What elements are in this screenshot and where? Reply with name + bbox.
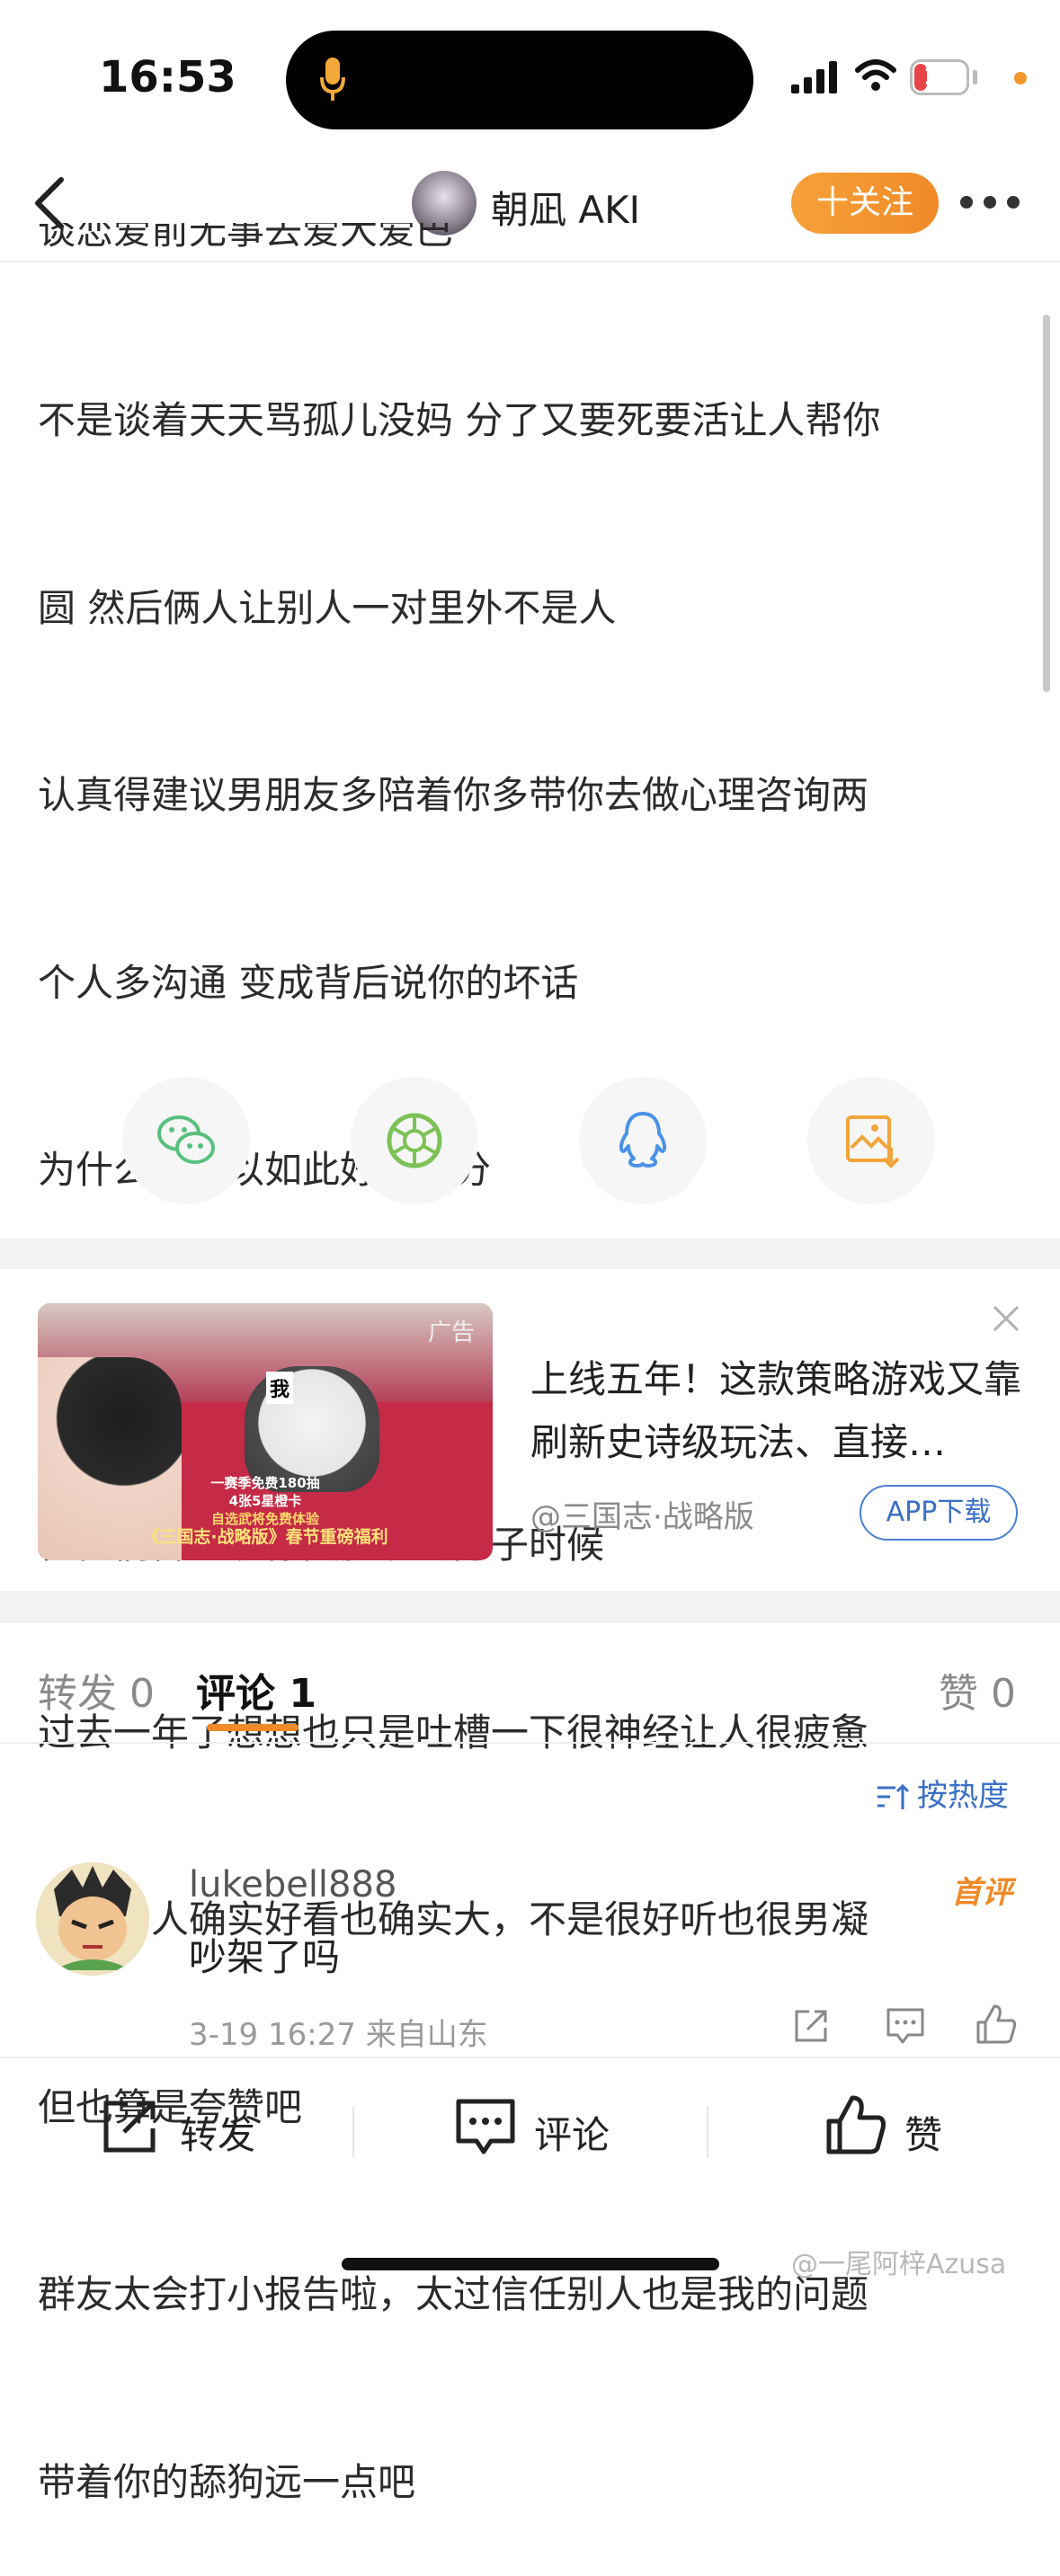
like-label[interactable]: 赞 [904,2105,942,2160]
commenter-name[interactable]: lukebell888 [189,1864,396,1905]
share-moments-button[interactable] [351,1077,478,1204]
wechat-icon [157,1115,215,1164]
moments-icon [387,1113,442,1168]
comment-button[interactable] [453,2094,518,2163]
thumbs-up-icon [826,2095,886,2154]
post-line: 不是谈着天天骂孤儿没妈 分了又要死要活让人帮你 [38,398,881,442]
back-arrow-icon[interactable] [29,176,74,230]
comment-like-icon[interactable] [975,2003,1018,2046]
dynamic-island [286,31,753,129]
ad-title[interactable]: 上线五年！这款策略游戏又靠刷新史诗级玩法、直接… [530,1348,1034,1474]
comment-label[interactable]: 评论 [534,2105,610,2160]
tab-like[interactable]: 赞 0 [939,1661,1016,1719]
repost-button[interactable] [99,2094,164,2163]
post-line: 过去一年了想想也只是吐槽一下很神经让人很疲惫 [38,1710,869,1754]
follow-button[interactable]: 十关注 [791,173,939,234]
battery-level: 10 [922,64,957,91]
comment-meta: 3-19 16:27 来自山东 [189,2017,488,2053]
comment-icon [456,2099,515,2154]
status-time: 16:53 [99,52,236,102]
sort-icon [877,1783,910,1809]
microphone-icon [320,58,345,101]
qq-icon [619,1112,667,1168]
wifi-icon [855,59,896,91]
save-image-button[interactable] [807,1077,935,1204]
post-line: 罢了，人确实好看也确实大，不是很好听也很男凝 [38,1897,869,1941]
first-comment-badge: 首评 [951,1875,1012,1911]
privacy-dot-icon [1014,72,1027,84]
battery-indicator: 10 [910,59,969,95]
close-icon[interactable] [991,1303,1021,1334]
author-name[interactable]: 朝凪 AKI [491,180,640,235]
comment-reply-icon[interactable] [885,2006,926,2046]
cellular-signal-icon [791,61,837,93]
home-indicator[interactable] [342,2258,719,2270]
ad-image[interactable]: 我 广告 一赛季免费180抽 4张5星橙卡 自选武将免费体验 《三国志·战略版》… [38,1303,493,1560]
ad-source: @三国志·战略版 [530,1499,754,1535]
repost-icon [103,2101,156,2153]
share-wechat-button[interactable] [122,1077,250,1204]
active-tab-indicator [207,1724,298,1731]
post-line: 圆 然后俩人让别人一对里外不是人 [38,585,617,630]
post-line: 个人多沟通 变成背后说你的坏话 [38,960,579,1005]
like-button[interactable] [824,2092,888,2161]
repost-label[interactable]: 转发 [180,2105,255,2160]
post-line: 带着你的舔狗远一点吧 [38,2459,416,2504]
cat-figure [245,1366,379,1492]
comment-text[interactable]: 吵架了吗 [189,1927,340,1982]
sort-by-hot-button[interactable]: 按热度 [876,1771,1009,1815]
post-partial-line: 谈恋爱前无事去爱大爱巴 [38,223,454,253]
tab-comment[interactable]: 评论 1 [196,1661,316,1719]
comment-share-icon[interactable] [791,2006,831,2046]
watermark: @一尾阿梓Azusa [791,2249,1007,2280]
save-image-icon [846,1115,900,1168]
commenter-avatar[interactable] [36,1862,149,1976]
post-line: 认真得建议男朋友多陪着你多带你去做心理咨询两 [38,773,869,817]
tab-repost[interactable]: 转发 0 [38,1661,155,1719]
share-qq-button[interactable] [579,1077,707,1204]
app-download-button[interactable]: APP下载 [860,1485,1018,1541]
more-options-icon[interactable] [960,196,1020,210]
scrollbar[interactable] [1043,315,1050,692]
ad-tag: 广告 [427,1319,475,1346]
